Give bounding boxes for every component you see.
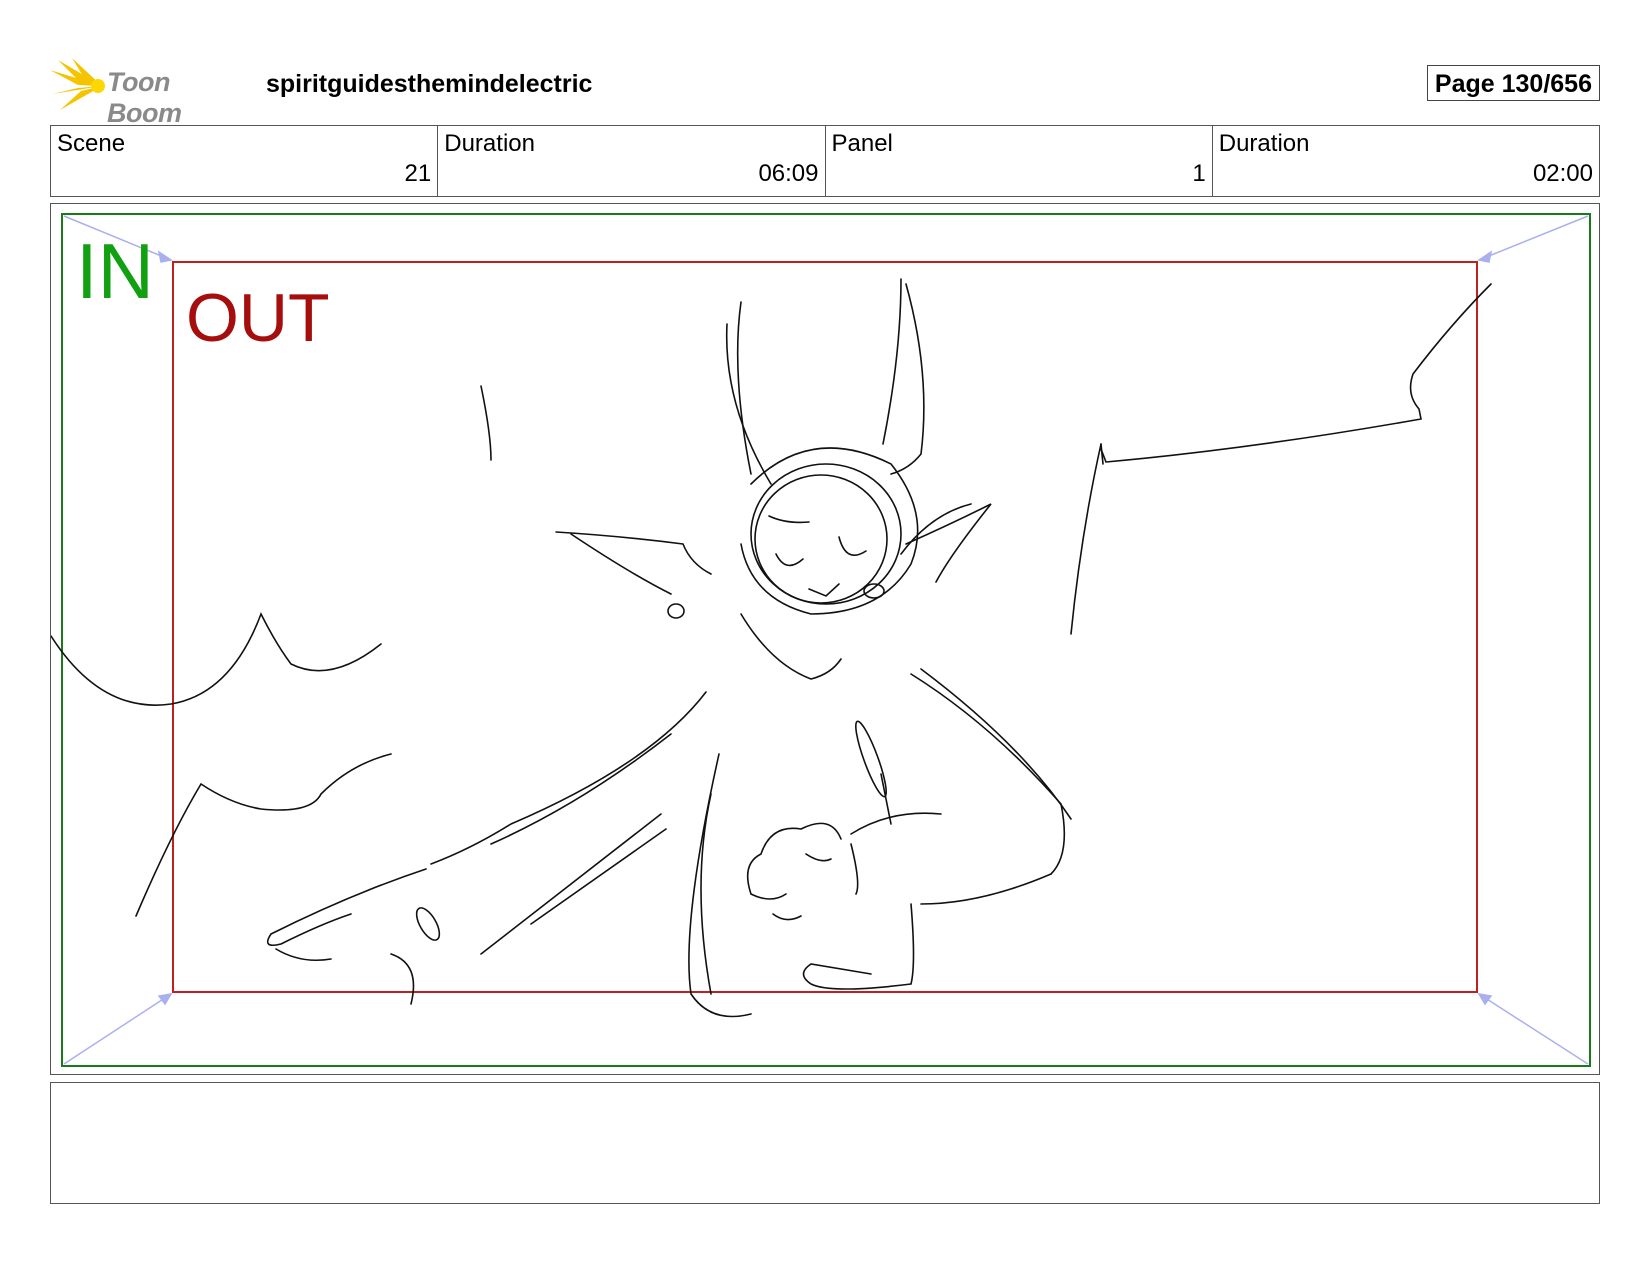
toon-boom-logo: Toon Boom [50, 58, 250, 128]
scene-cell: Scene 21 [51, 126, 439, 196]
character-sketch [51, 278, 1492, 1018]
out-label: OUT [186, 280, 330, 356]
scene-duration-cell: Duration 06:09 [438, 126, 826, 196]
in-label: IN [76, 227, 154, 315]
star-burst-icon [50, 58, 105, 110]
project-title: spiritguidesthemindelectric [266, 70, 593, 98]
panel-label: Panel [831, 130, 893, 157]
panel-duration-value: 02:00 [1532, 160, 1593, 187]
scene-label: Scene [57, 130, 126, 157]
scene-duration-value: 06:09 [758, 160, 819, 187]
panel-value: 1 [1192, 160, 1206, 187]
scene-duration-label: Duration [444, 130, 535, 157]
logo-text: Toon Boom [107, 67, 182, 128]
panel-cell: Panel 1 [826, 126, 1213, 196]
page-number: Page 130/656 [1426, 65, 1600, 101]
camera-out-frame [172, 261, 1478, 993]
panel-duration-label: Duration [1218, 130, 1310, 157]
scene-value: 21 [404, 160, 432, 187]
panel-duration-cell: Duration 02:00 [1213, 126, 1599, 196]
dialogue-notes-box[interactable] [50, 1082, 1600, 1204]
page-header: Toon Boom spiritguidesthemindelectric Pa… [50, 58, 1600, 128]
scene-info-table: Scene 21 Duration 06:09 Panel 1 Duration… [50, 125, 1600, 197]
